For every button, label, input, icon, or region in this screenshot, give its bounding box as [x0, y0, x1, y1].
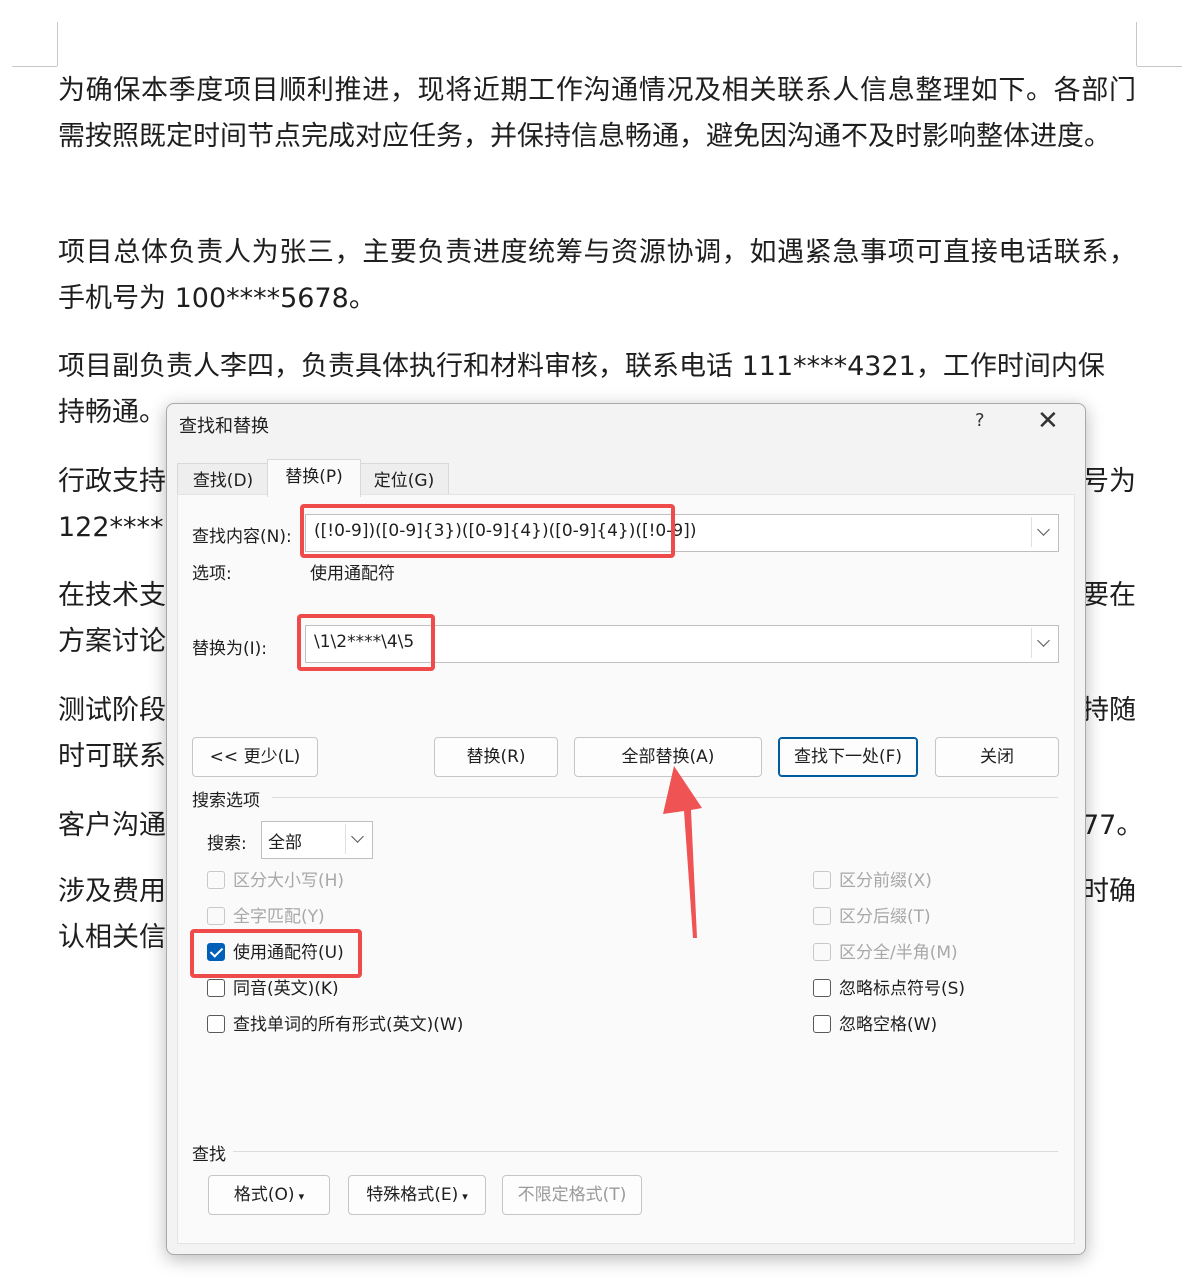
checkbox-label: 忽略标点符号(S) [839, 979, 966, 999]
find-label: 查找内容(N): [192, 527, 292, 547]
doc-paragraph-6-line2: 时可联系 [58, 741, 166, 772]
find-section-title: 查找 [192, 1145, 226, 1165]
help-icon[interactable]: ? [975, 410, 985, 431]
checkbox-label: 区分后缀(T) [839, 907, 931, 927]
checkbox-box[interactable] [207, 907, 225, 925]
chevron-down-icon [1037, 634, 1050, 647]
checkbox-box[interactable] [207, 1015, 225, 1033]
close-button[interactable]: 关闭 [935, 737, 1059, 777]
doc-paragraph-4-right: 号为 [1082, 466, 1136, 497]
doc-paragraph-2: 项目总体负责人为张三，主要负责进度统筹与资源协调，如遇紧急事项可直接电话联系，手… [58, 237, 1136, 314]
checkbox-label: 区分全/半角(M) [839, 943, 958, 963]
special-format-button[interactable]: 特殊格式(E) ▾ [348, 1175, 486, 1215]
format-button[interactable]: 格式(O) ▾ [208, 1175, 330, 1215]
doc-paragraph-3: 项目副负责人李四，负责具体执行和材料审核，联系电话 111****4321，工作… [58, 351, 1105, 382]
checkbox-label: 区分大小写(H) [233, 871, 345, 891]
checkbox-box[interactable] [813, 907, 831, 925]
caret-down-icon: ▾ [298, 1190, 305, 1203]
doc-paragraph-5-right: 要在 [1082, 580, 1136, 611]
caret-down-icon: ▾ [462, 1190, 468, 1203]
checkbox-box[interactable] [813, 1015, 831, 1033]
crop-mark-right-h [1137, 66, 1182, 67]
crop-mark-right-v [1136, 22, 1137, 66]
crop-mark-left-v [57, 22, 58, 66]
less-button[interactable]: << 更少(L) [192, 737, 318, 777]
doc-paragraph-8-line2: 认相关信 [58, 922, 166, 953]
checkbox-box[interactable] [207, 979, 225, 997]
checkbox-box[interactable] [813, 871, 831, 889]
replace-dropdown-button[interactable] [1031, 628, 1056, 658]
checkbox-label: 忽略空格(W) [839, 1015, 938, 1035]
replace-label: 替换为(I): [192, 639, 268, 659]
checkbox-label: 查找单词的所有形式(英文)(W) [233, 1015, 464, 1035]
options-label: 选项: [192, 564, 232, 584]
special-format-button-label: 特殊格式(E) [366, 1185, 459, 1205]
highlight-replace-value [297, 614, 435, 671]
tab-goto[interactable]: 定位(G) [359, 463, 449, 496]
doc-paragraph-5-line2: 方案讨论 [58, 626, 166, 657]
close-icon[interactable]: ✕ [1037, 406, 1059, 436]
highlight-find-value [300, 504, 675, 558]
crop-mark-left-h [12, 66, 57, 67]
tab-replace[interactable]: 替换(P) [267, 459, 361, 497]
checkbox-box[interactable] [207, 871, 225, 889]
find-dropdown-button[interactable] [1031, 517, 1056, 547]
annotation-arrow [663, 766, 702, 938]
checkbox-box[interactable] [813, 979, 831, 997]
doc-paragraph-8-start: 涉及费用 [58, 876, 166, 907]
dialog-title: 查找和替换 [179, 416, 269, 437]
find-next-button[interactable]: 查找下一处(F) [778, 737, 918, 777]
chevron-down-icon [351, 830, 364, 843]
search-options-title: 搜索选项 [192, 791, 260, 811]
doc-paragraph-8-right: 时确 [1082, 876, 1136, 907]
doc-paragraph-3-line2: 持畅通。 [58, 397, 166, 428]
search-direction-value: 全部 [268, 833, 302, 853]
annotation-arrow-shape [663, 766, 702, 938]
tab-find[interactable]: 查找(D) [177, 463, 269, 496]
find-section-divider [233, 1151, 1058, 1152]
doc-paragraph-4-line2: 122****1 [58, 512, 181, 543]
doc-paragraph-6-start: 测试阶段 [58, 695, 166, 726]
search-label: 搜索: [207, 834, 247, 854]
highlight-wildcards-checkbox [190, 929, 362, 978]
search-direction-select[interactable]: 全部 [261, 821, 373, 859]
format-button-label: 格式(O) [233, 1185, 295, 1205]
doc-paragraph-5-start: 在技术支 [58, 580, 166, 611]
replace-button[interactable]: 替换(R) [434, 737, 558, 777]
doc-paragraph-6-right: 持随 [1082, 695, 1136, 726]
checkbox-label: 全字匹配(Y) [233, 907, 325, 927]
checkbox-box[interactable] [813, 943, 831, 961]
checkbox-label: 区分前缀(X) [839, 871, 932, 891]
doc-paragraph-7-right: 77。 [1082, 810, 1144, 841]
no-formatting-button[interactable]: 不限定格式(T) [502, 1175, 642, 1215]
chevron-down-icon [1037, 523, 1050, 536]
checkbox-label: 同音(英文)(K) [233, 979, 339, 999]
search-direction-dropdown[interactable] [345, 824, 370, 854]
doc-paragraph-1: 为确保本季度项目顺利推进，现将近期工作沟通情况及相关联系人信息整理如下。各部门需… [58, 75, 1136, 152]
options-value: 使用通配符 [310, 564, 395, 584]
doc-paragraph-7-start: 客户沟通 [58, 810, 166, 841]
doc-paragraph-4-start: 行政支持 [58, 466, 166, 497]
